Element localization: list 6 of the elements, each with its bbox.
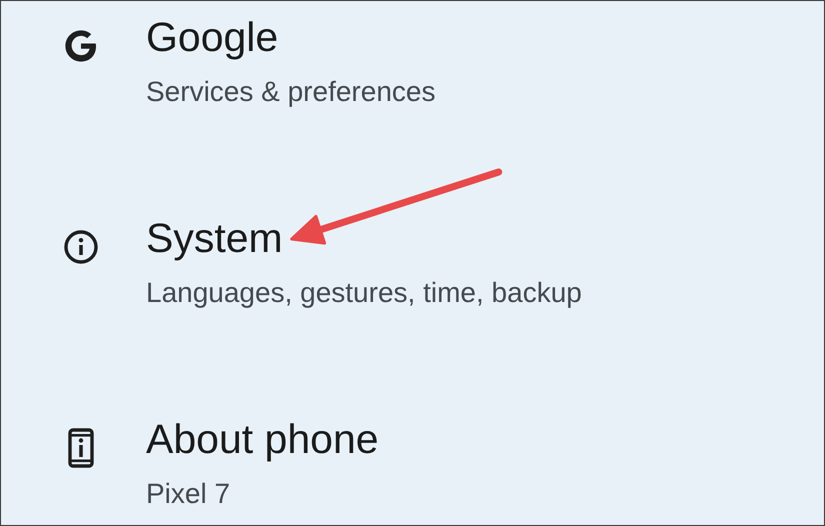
setting-title[interactable]: About phone [146,416,379,462]
setting-summary: Services & preferences [146,76,436,107]
setting-title[interactable]: Google [146,14,278,60]
setting-summary: Languages, gestures, time, backup [146,277,582,308]
setting-summary: Pixel 7 [146,478,230,509]
setting-title[interactable]: System [146,215,283,261]
